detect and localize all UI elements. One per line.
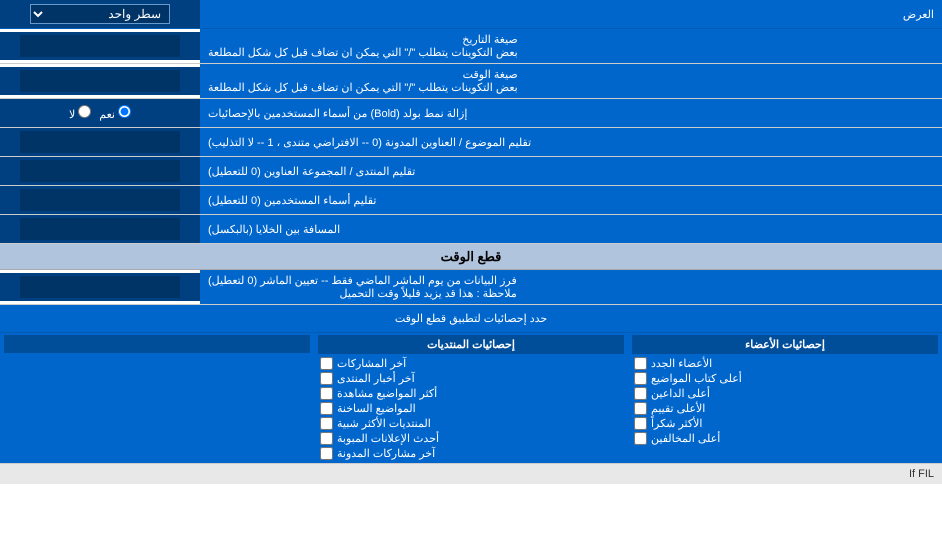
cutoff-input-wrap: 0 [0,273,200,301]
cell-spacing-row: المسافة بين الخلايا (بالبكسل) 2 [0,215,942,244]
topics-titles-label: تقليم الموضوع / العناوين المدونة (0 -- ا… [200,128,942,156]
checkbox-top-topics-writers-input[interactable] [634,372,647,385]
display-select-wrap: سطر واحد سطرين ثلاثة أسطر [0,0,200,28]
usernames-input[interactable]: 0 [20,189,180,211]
cutoff-section-header: قطع الوقت [0,244,942,270]
display-label: العرض [200,4,942,25]
checkbox-latest-blog-posts-input[interactable] [320,447,333,460]
cutoff-input[interactable]: 0 [20,276,180,298]
col2-header: إحصائيات المنتديات [318,335,624,354]
checkbox-col-empty [0,333,314,463]
checkbox-col-forums: إحصائيات المنتديات آخر المشاركات آخر أخب… [314,333,628,463]
bold-remove-row: إزالة نمط بولد (Bold) من أسماء المستخدمي… [0,99,942,128]
checkbox-grid: إحصائيات الأعضاء الأعضاء الجدد أعلى كتاب… [0,333,942,463]
col3-header [4,335,310,353]
date-format-input-wrap: d-m [0,32,200,60]
footer-text: If FIL [0,463,942,484]
radio-no[interactable] [78,105,91,118]
checkbox-most-thanks: الأكثر شكراً [632,416,938,431]
checkbox-top-violators: أعلى المخالفين [632,431,938,446]
checkbox-most-viewed: أكثر المواضيع مشاهدة [318,386,624,401]
usernames-label: تقليم أسماء المستخدمين (0 للتعطيل) [200,186,942,214]
checkbox-most-viewed-input[interactable] [320,387,333,400]
display-select[interactable]: سطر واحد سطرين ثلاثة أسطر [30,4,170,24]
col1-header: إحصائيات الأعضاء [632,335,938,354]
usernames-input-wrap: 0 [0,186,200,214]
checkbox-most-similar-forums-input[interactable] [320,417,333,430]
time-format-row: صيغة الوقت بعض التكوينات يتطلب "/" التي … [0,64,942,99]
checkbox-hot-topics: المواضيع الساخنة [318,401,624,416]
radio-yes[interactable] [118,105,131,118]
forum-titles-input-wrap: 33 [0,157,200,185]
checkbox-top-inviters: أعلى الداعين [632,386,938,401]
usernames-row: تقليم أسماء المستخدمين (0 للتعطيل) 0 [0,186,942,215]
checkbox-new-members-input[interactable] [634,357,647,370]
forum-titles-input[interactable]: 33 [20,160,180,182]
checkbox-latest-classified-input[interactable] [320,432,333,445]
date-format-input[interactable]: d-m [20,35,180,57]
time-format-label: صيغة الوقت بعض التكوينات يتطلب "/" التي … [200,64,942,98]
time-format-input-wrap: H:i [0,67,200,95]
display-row: العرض سطر واحد سطرين ثلاثة أسطر [0,0,942,29]
radio-yes-label: نعم [99,105,131,121]
time-format-input[interactable]: H:i [20,70,180,92]
checkbox-col-members: إحصائيات الأعضاء الأعضاء الجدد أعلى كتاب… [628,333,942,463]
forum-titles-row: تقليم المنتدى / المجموعة العناوين (0 للت… [0,157,942,186]
checkbox-new-members: الأعضاء الجدد [632,356,938,371]
date-format-row: صيغة التاريخ بعض التكوينات يتطلب "/" الت… [0,29,942,64]
checkbox-top-violators-input[interactable] [634,432,647,445]
checkbox-latest-forum-news: آخر أخبار المنتدى [318,371,624,386]
checkbox-most-thanks-input[interactable] [634,417,647,430]
checkbox-top-topics-writers: أعلى كتاب المواضيع [632,371,938,386]
bold-remove-label: إزالة نمط بولد (Bold) من أسماء المستخدمي… [200,99,942,127]
cell-spacing-label: المسافة بين الخلايا (بالبكسل) [200,215,942,243]
topics-titles-input[interactable]: 33 [20,131,180,153]
checkbox-top-rated-input[interactable] [634,402,647,415]
checkbox-most-similar-forums: المنتديات الأكثر شبية [318,416,624,431]
checkbox-top-rated: الأعلى تقييم [632,401,938,416]
radio-no-label: لا [69,105,91,121]
topics-titles-row: تقليم الموضوع / العناوين المدونة (0 -- ا… [0,128,942,157]
cell-spacing-input-wrap: 2 [0,215,200,243]
checkbox-latest-posts-input[interactable] [320,357,333,370]
cutoff-label: فرز البيانات من يوم الماشر الماضي فقط --… [200,270,942,304]
main-container: العرض سطر واحد سطرين ثلاثة أسطر صيغة الت… [0,0,942,484]
forum-titles-label: تقليم المنتدى / المجموعة العناوين (0 للت… [200,157,942,185]
checkbox-latest-posts: آخر المشاركات [318,356,624,371]
checkbox-latest-classified: أحدث الإعلانات المبوبة [318,431,624,446]
cutoff-row: فرز البيانات من يوم الماشر الماضي فقط --… [0,270,942,305]
topics-titles-input-wrap: 33 [0,128,200,156]
limit-label: حدد إحصائيات لتطبيق قطع الوقت [0,308,942,329]
checkbox-latest-forum-news-input[interactable] [320,372,333,385]
bold-remove-input-wrap: نعم لا [0,99,200,127]
limit-row: حدد إحصائيات لتطبيق قطع الوقت [0,305,942,333]
date-format-label: صيغة التاريخ بعض التكوينات يتطلب "/" الت… [200,29,942,63]
checkbox-top-inviters-input[interactable] [634,387,647,400]
cell-spacing-input[interactable]: 2 [20,218,180,240]
bold-radio-group: نعم لا [61,105,139,121]
checkbox-hot-topics-input[interactable] [320,402,333,415]
checkbox-latest-blog-posts: آخر مشاركات المدونة [318,446,624,461]
